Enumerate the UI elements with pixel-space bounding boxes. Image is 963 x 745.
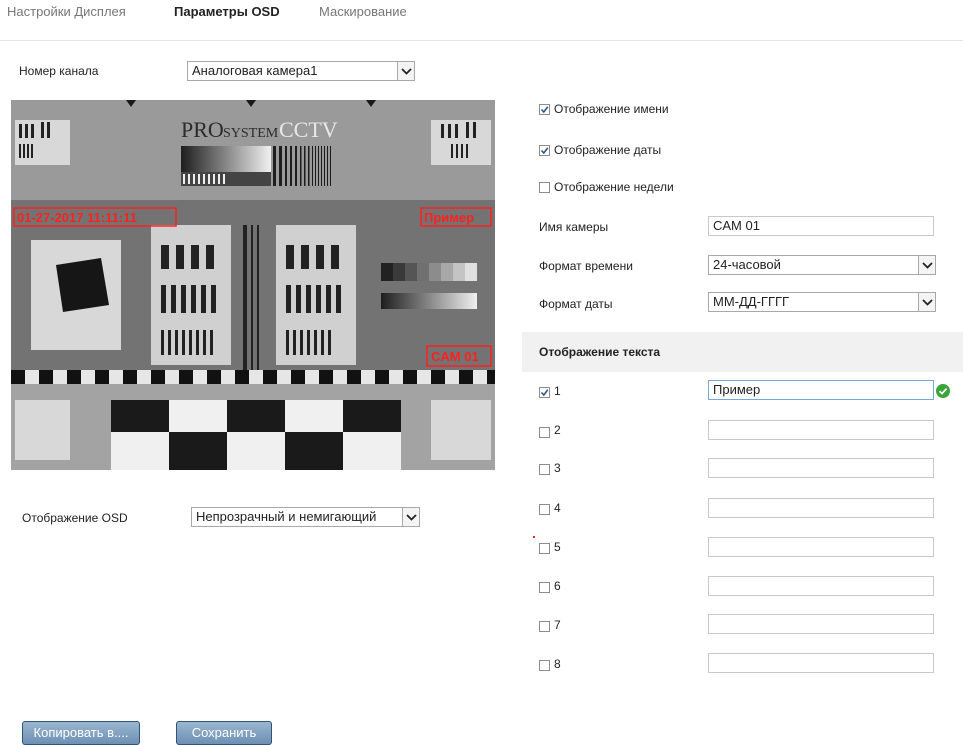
show-date-label: Отображение даты [554,143,662,157]
tab-divider [0,40,963,41]
text-row-5-checkbox[interactable] [539,543,550,554]
channel-select-value: Аналоговая камера1 [192,63,318,78]
channel-label: Номер канала [19,64,99,78]
time-format-label: Формат времени [539,259,633,273]
text-row-1-input[interactable]: Пример [708,380,934,400]
text-row-1-number: 1 [554,384,561,398]
show-name-checkbox[interactable] [539,104,550,115]
osd-text-overlay: Пример [424,210,474,225]
text-row-6-number: 6 [554,579,561,593]
text-row-8-checkbox[interactable] [539,660,550,671]
save-button[interactable]: Сохранить [176,721,272,745]
chevron-down-icon [402,508,419,526]
text-row-1-checkbox[interactable] [539,387,550,398]
text-row-3-number: 3 [554,461,561,475]
show-date-checkbox[interactable] [539,145,550,156]
date-format-select[interactable]: ММ-ДД-ГГГГ [708,292,936,312]
red-marker-dot [533,536,535,538]
show-week-label: Отображение недели [554,180,674,194]
text-row-7-input[interactable] [708,614,934,634]
show-week-checkbox[interactable] [539,182,550,193]
time-format-select-value: 24-часовой [713,257,781,272]
copy-to-button[interactable]: Копировать в.... [22,721,140,745]
osd-camera-name-overlay: CAM 01 [431,349,479,364]
osd-display-select-value: Непрозрачный и немигающий [196,509,377,524]
channel-select[interactable]: Аналоговая камера1 [187,61,415,81]
text-row-4-input[interactable] [708,498,934,518]
osd-datetime-overlay: 01-27-2017 11:11:11 [17,210,137,225]
preview-logo-cctv: CCTV [279,117,338,142]
text-row-6-checkbox[interactable] [539,582,550,593]
chevron-down-icon [918,256,935,274]
text-row-3-input[interactable] [708,458,934,478]
camera-preview: PRO SYSTEM CCTV 01-27-2017 11:11:11 Прим… [11,100,495,470]
text-row-4-checkbox[interactable] [539,504,550,515]
tab-osd-parameters[interactable]: Параметры OSD [174,4,280,19]
chevron-down-icon [397,62,414,80]
date-format-label: Формат даты [539,297,613,311]
camera-name-input[interactable]: CAM 01 [708,216,934,236]
text-row-5-number: 5 [554,540,561,554]
text-row-7-checkbox[interactable] [539,621,550,632]
text-overlay-title: Отображение текста [539,345,661,359]
chevron-down-icon [918,293,935,311]
tab-masking[interactable]: Маскирование [319,4,407,19]
preview-logo-system: SYSTEM [223,126,279,141]
camera-name-label: Имя камеры [539,220,609,234]
time-format-select[interactable]: 24-часовой [708,255,936,275]
text-row-6-input[interactable] [708,576,934,596]
text-row-8-input[interactable] [708,653,934,673]
show-name-label: Отображение имени [554,102,669,116]
text-row-2-input[interactable] [708,420,934,440]
date-format-select-value: ММ-ДД-ГГГГ [713,294,790,309]
tab-display-settings[interactable]: Настройки Дисплея [7,4,126,19]
preview-logo-pro: PRO [181,117,224,142]
text-row-3-checkbox[interactable] [539,464,550,475]
osd-display-select[interactable]: Непрозрачный и немигающий [191,507,420,527]
text-row-2-number: 2 [554,423,561,437]
valid-check-icon [936,384,950,398]
text-row-8-number: 8 [554,657,561,671]
text-row-4-number: 4 [554,501,561,515]
osd-display-label: Отображение OSD [22,511,128,525]
text-row-5-input[interactable] [708,537,934,557]
text-row-2-checkbox[interactable] [539,427,550,438]
text-row-7-number: 7 [554,618,561,632]
